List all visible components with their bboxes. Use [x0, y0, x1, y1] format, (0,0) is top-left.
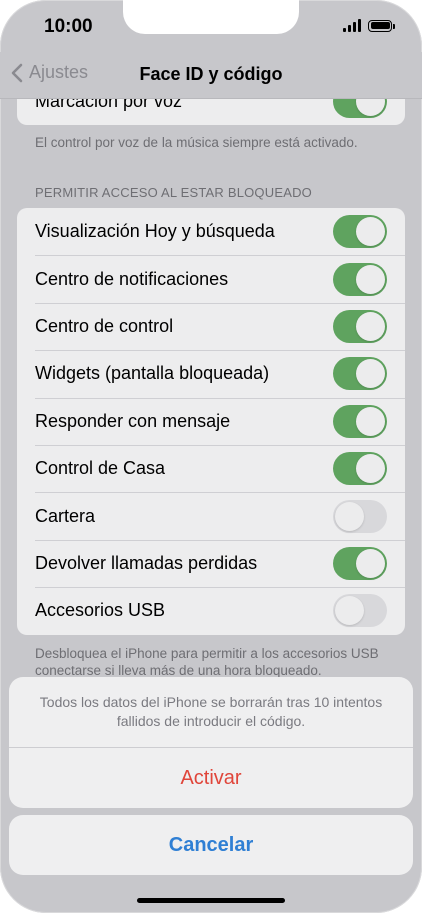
battery-icon	[368, 19, 395, 32]
voice-dial-toggle[interactable]	[333, 98, 387, 119]
list-item[interactable]: Widgets (pantalla bloqueada)	[17, 350, 405, 397]
row-label: Responder con mensaje	[35, 410, 231, 431]
row-label: Marcación por voz	[35, 98, 183, 112]
locked-access-group: Visualización Hoy y búsqueda Centro de no…	[17, 208, 405, 635]
toggle-switch[interactable]	[333, 357, 387, 391]
cancel-sheet: Cancelar	[9, 815, 413, 875]
status-time: 10:00	[44, 16, 93, 37]
toggle-switch[interactable]	[333, 404, 387, 438]
list-item[interactable]: Devolver llamadas perdidas	[17, 539, 405, 587]
list-item[interactable]: Accesorios USB	[17, 587, 405, 634]
toggle-switch[interactable]	[333, 546, 387, 580]
toggle-switch[interactable]	[333, 499, 387, 533]
toggle-knob	[356, 264, 385, 294]
toggle-knob	[356, 454, 385, 484]
section-header: PERMITIR ACCESO AL ESTAR BLOQUEADO	[35, 185, 312, 200]
toggle-switch[interactable]	[333, 262, 387, 296]
notch	[123, 0, 299, 34]
row-label: Visualización Hoy y búsqueda	[35, 221, 275, 242]
list-item[interactable]: Centro de notificaciones	[17, 255, 405, 302]
navigation-bar: Ajustes Face ID y código	[0, 52, 422, 99]
voice-dial-group: Marcación por voz	[17, 98, 405, 126]
action-sheet-message: Todos los datos del iPhone se borrarán t…	[9, 677, 413, 748]
toggle-knob	[356, 217, 385, 247]
toggle-knob	[335, 596, 364, 626]
status-icons	[343, 19, 395, 32]
list-item[interactable]: Cartera	[17, 492, 405, 539]
toggle-knob	[356, 359, 385, 389]
row-label: Centro de control	[35, 315, 174, 336]
toggle-switch[interactable]	[333, 309, 387, 343]
row-label: Centro de notificaciones	[35, 268, 229, 289]
home-indicator[interactable]	[137, 898, 285, 903]
list-item[interactable]: Responder con mensaje	[17, 397, 405, 445]
toggle-knob	[356, 548, 385, 578]
row-label: Control de Casa	[35, 458, 166, 479]
toggle-knob	[356, 311, 385, 341]
action-sheet: Todos los datos del iPhone se borrarán t…	[9, 677, 413, 808]
toggle-knob	[335, 501, 364, 531]
cancel-button[interactable]: Cancelar	[9, 815, 413, 875]
list-item[interactable]: Control de Casa	[17, 444, 405, 492]
toggle-switch[interactable]	[333, 215, 387, 249]
settings-scroll[interactable]: Marcación por voz El control por voz de …	[0, 98, 422, 698]
page-title: Face ID y código	[139, 64, 283, 84]
cellular-signal-icon	[343, 19, 361, 32]
activate-button[interactable]: Activar	[9, 748, 413, 808]
toggle-knob	[356, 406, 385, 436]
row-label: Accesorios USB	[35, 600, 166, 621]
usb-footer-note: Desbloquea el iPhone para permitir a los…	[35, 646, 379, 678]
toggle-switch[interactable]	[333, 452, 387, 486]
voice-note: El control por voz de la música siempre …	[35, 135, 358, 150]
row-label: Widgets (pantalla bloqueada)	[35, 363, 270, 384]
row-label: Devolver llamadas perdidas	[35, 552, 258, 573]
list-item[interactable]: Centro de control	[17, 302, 405, 350]
toggle-switch[interactable]	[333, 594, 387, 628]
row-voice-dial[interactable]: Marcación por voz	[17, 98, 405, 125]
row-label: Cartera	[35, 505, 96, 526]
list-item[interactable]: Visualización Hoy y búsqueda	[17, 208, 405, 255]
phone-screen: 10:00 Ajustes Face ID y código Marcación…	[0, 0, 422, 913]
